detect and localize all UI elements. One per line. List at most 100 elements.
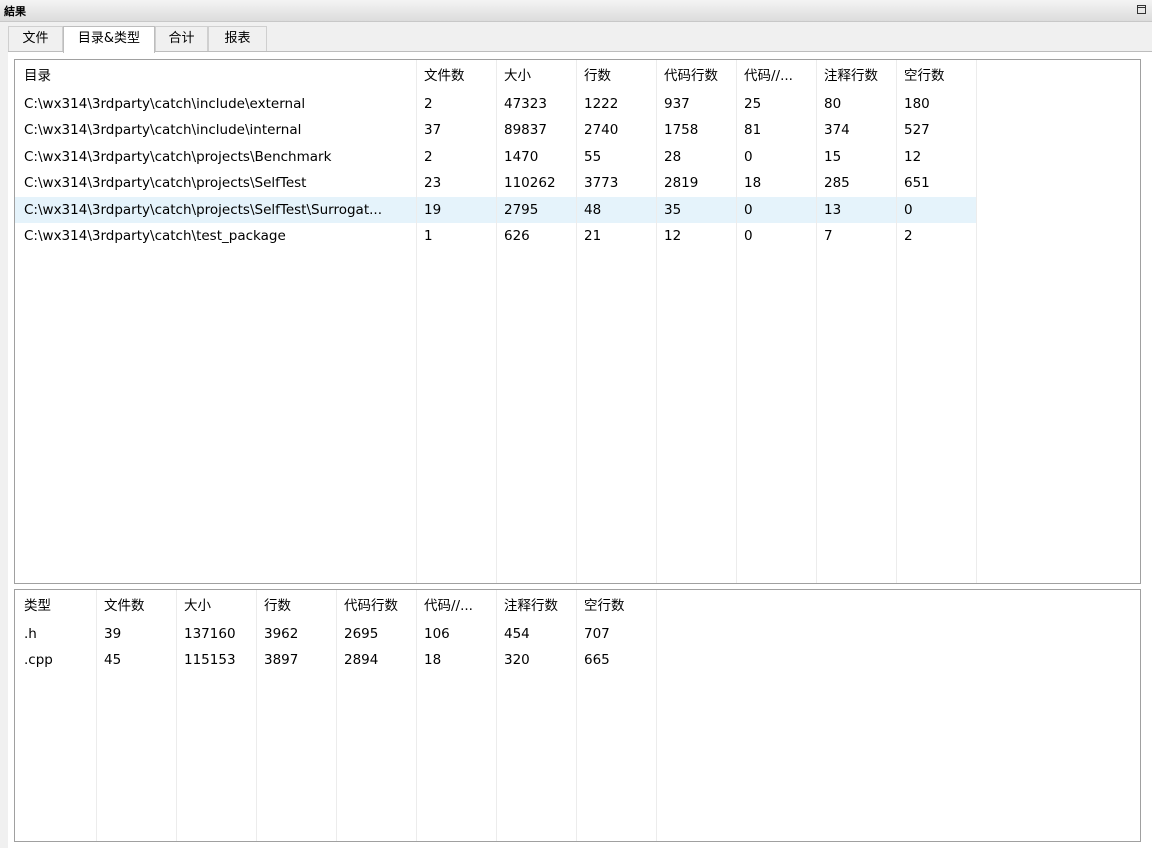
dir-header-6[interactable]: 注释行数 xyxy=(824,63,894,89)
type-row-1-cell-7[interactable]: 665 xyxy=(584,647,654,673)
dir-row-3-cell-4[interactable]: 2819 xyxy=(664,170,734,196)
type-header-6[interactable]: 注释行数 xyxy=(504,593,574,619)
dir-header-2[interactable]: 大小 xyxy=(504,63,574,89)
dir-row-2-cell-6[interactable]: 15 xyxy=(824,144,894,170)
dir-row-0-cell-1[interactable]: 2 xyxy=(424,91,494,117)
type-header-5[interactable]: 代码//... xyxy=(424,593,494,619)
dir-row-4-cell-7[interactable]: 0 xyxy=(904,197,974,223)
dir-row-3-cell-1[interactable]: 23 xyxy=(424,170,494,196)
dir-header-7[interactable]: 空行数 xyxy=(904,63,974,89)
dir-row-4-cell-3[interactable]: 48 xyxy=(584,197,654,223)
dir-row-0-cell-4[interactable]: 937 xyxy=(664,91,734,117)
dir-row-1-cell-4[interactable]: 1758 xyxy=(664,117,734,143)
type-row-0-cell-1[interactable]: 39 xyxy=(104,621,174,647)
dir-header-4[interactable]: 代码行数 xyxy=(664,63,734,89)
type-row-1-cell-1[interactable]: 45 xyxy=(104,647,174,673)
dir-row-0-cell-6[interactable]: 80 xyxy=(824,91,894,117)
type-row-0-cell-4[interactable]: 2695 xyxy=(344,621,414,647)
column-divider xyxy=(656,60,657,583)
type-row-0-cell-7[interactable]: 707 xyxy=(584,621,654,647)
dir-row-4-cell-1[interactable]: 19 xyxy=(424,197,494,223)
window-title: 結果 xyxy=(4,5,26,18)
dir-header-3[interactable]: 行数 xyxy=(584,63,654,89)
dir-row-0-cell-5[interactable]: 25 xyxy=(744,91,814,117)
dir-row-5-cell-4[interactable]: 12 xyxy=(664,223,734,249)
column-divider xyxy=(736,60,737,583)
dir-row-1-cell-1[interactable]: 37 xyxy=(424,117,494,143)
column-divider xyxy=(496,60,497,583)
dir-row-5-cell-3[interactable]: 21 xyxy=(584,223,654,249)
column-divider xyxy=(416,60,417,583)
dir-row-1-cell-0[interactable]: C:\wx314\3rdparty\catch\include\internal xyxy=(24,117,414,143)
column-divider xyxy=(176,590,177,841)
dir-row-5-cell-7[interactable]: 2 xyxy=(904,223,974,249)
dir-row-2-cell-4[interactable]: 28 xyxy=(664,144,734,170)
dir-row-5-cell-6[interactable]: 7 xyxy=(824,223,894,249)
type-row-0-cell-2[interactable]: 137160 xyxy=(184,621,254,647)
type-header-4[interactable]: 代码行数 xyxy=(344,593,414,619)
type-row-1-cell-0[interactable]: .cpp xyxy=(24,647,94,673)
dir-header-0[interactable]: 目录 xyxy=(24,63,414,89)
column-divider xyxy=(656,590,657,841)
dir-row-4-cell-5[interactable]: 0 xyxy=(744,197,814,223)
type-header-0[interactable]: 类型 xyxy=(24,593,94,619)
dir-header-1[interactable]: 文件数 xyxy=(424,63,494,89)
dir-row-3-cell-6[interactable]: 285 xyxy=(824,170,894,196)
dir-row-0-cell-0[interactable]: C:\wx314\3rdparty\catch\include\external xyxy=(24,91,414,117)
dir-row-3-cell-5[interactable]: 18 xyxy=(744,170,814,196)
column-divider xyxy=(496,590,497,841)
type-row-0-cell-6[interactable]: 454 xyxy=(504,621,574,647)
dir-row-1-cell-3[interactable]: 2740 xyxy=(584,117,654,143)
type-row-1-cell-6[interactable]: 320 xyxy=(504,647,574,673)
dir-row-2-cell-1[interactable]: 2 xyxy=(424,144,494,170)
dir-row-3-cell-2[interactable]: 110262 xyxy=(504,170,574,196)
type-table[interactable]: 类型 文件数 大小 行数 代码行数 代码//... 注释行数 空行数 .h 39 137160 396… xyxy=(14,589,1141,842)
dir-row-0-cell-2[interactable]: 47323 xyxy=(504,91,574,117)
tab-files[interactable]: 文件 xyxy=(8,26,63,52)
tab-directory-type[interactable]: 目录&类型 xyxy=(63,26,155,53)
type-header-3[interactable]: 行数 xyxy=(264,593,334,619)
dir-row-0-cell-3[interactable]: 1222 xyxy=(584,91,654,117)
dir-row-2-cell-0[interactable]: C:\wx314\3rdparty\catch\projects\Benchma… xyxy=(24,144,414,170)
restore-icon[interactable] xyxy=(1137,5,1146,14)
type-row-1-cell-4[interactable]: 2894 xyxy=(344,647,414,673)
type-row-0-cell-5[interactable]: 106 xyxy=(424,621,494,647)
dir-row-4-cell-2[interactable]: 2795 xyxy=(504,197,574,223)
column-divider xyxy=(336,590,337,841)
directory-table[interactable]: 目录 文件数 大小 行数 代码行数 代码//... 注释行数 空行数 C:\wx314\3rdp… xyxy=(14,59,1141,584)
dir-row-3-cell-7[interactable]: 651 xyxy=(904,170,974,196)
dir-row-3-cell-3[interactable]: 3773 xyxy=(584,170,654,196)
type-row-0-cell-0[interactable]: .h xyxy=(24,621,94,647)
dir-row-5-cell-0[interactable]: C:\wx314\3rdparty\catch\test_package xyxy=(24,223,414,249)
column-divider xyxy=(896,60,897,583)
dir-row-2-cell-5[interactable]: 0 xyxy=(744,144,814,170)
dir-row-4-cell-6[interactable]: 13 xyxy=(824,197,894,223)
dir-row-2-cell-7[interactable]: 12 xyxy=(904,144,974,170)
type-header-2[interactable]: 大小 xyxy=(184,593,254,619)
dir-header-5[interactable]: 代码//... xyxy=(744,63,814,89)
type-header-7[interactable]: 空行数 xyxy=(584,593,654,619)
dir-row-5-cell-1[interactable]: 1 xyxy=(424,223,494,249)
dir-row-2-cell-3[interactable]: 55 xyxy=(584,144,654,170)
dir-row-5-cell-5[interactable]: 0 xyxy=(744,223,814,249)
dir-row-2-cell-2[interactable]: 1470 xyxy=(504,144,574,170)
dir-row-1-cell-2[interactable]: 89837 xyxy=(504,117,574,143)
dir-row-4-cell-0[interactable]: C:\wx314\3rdparty\catch\projects\SelfTes… xyxy=(24,197,414,223)
dir-row-5-cell-2[interactable]: 626 xyxy=(504,223,574,249)
dir-row-1-cell-6[interactable]: 374 xyxy=(824,117,894,143)
type-row-1-cell-5[interactable]: 18 xyxy=(424,647,494,673)
dir-row-1-cell-5[interactable]: 81 xyxy=(744,117,814,143)
dir-row-4-cell-4[interactable]: 35 xyxy=(664,197,734,223)
column-divider xyxy=(96,590,97,841)
column-divider xyxy=(416,590,417,841)
type-header-1[interactable]: 文件数 xyxy=(104,593,174,619)
tab-summary[interactable]: 合计 xyxy=(155,26,208,52)
dir-row-1-cell-7[interactable]: 527 xyxy=(904,117,974,143)
dir-row-3-cell-0[interactable]: C:\wx314\3rdparty\catch\projects\SelfTes… xyxy=(24,170,414,196)
dir-row-0-cell-7[interactable]: 180 xyxy=(904,91,974,117)
column-divider xyxy=(576,590,577,841)
type-row-1-cell-3[interactable]: 3897 xyxy=(264,647,334,673)
type-row-0-cell-3[interactable]: 3962 xyxy=(264,621,334,647)
type-row-1-cell-2[interactable]: 115153 xyxy=(184,647,254,673)
tab-report[interactable]: 报表 xyxy=(208,26,267,52)
